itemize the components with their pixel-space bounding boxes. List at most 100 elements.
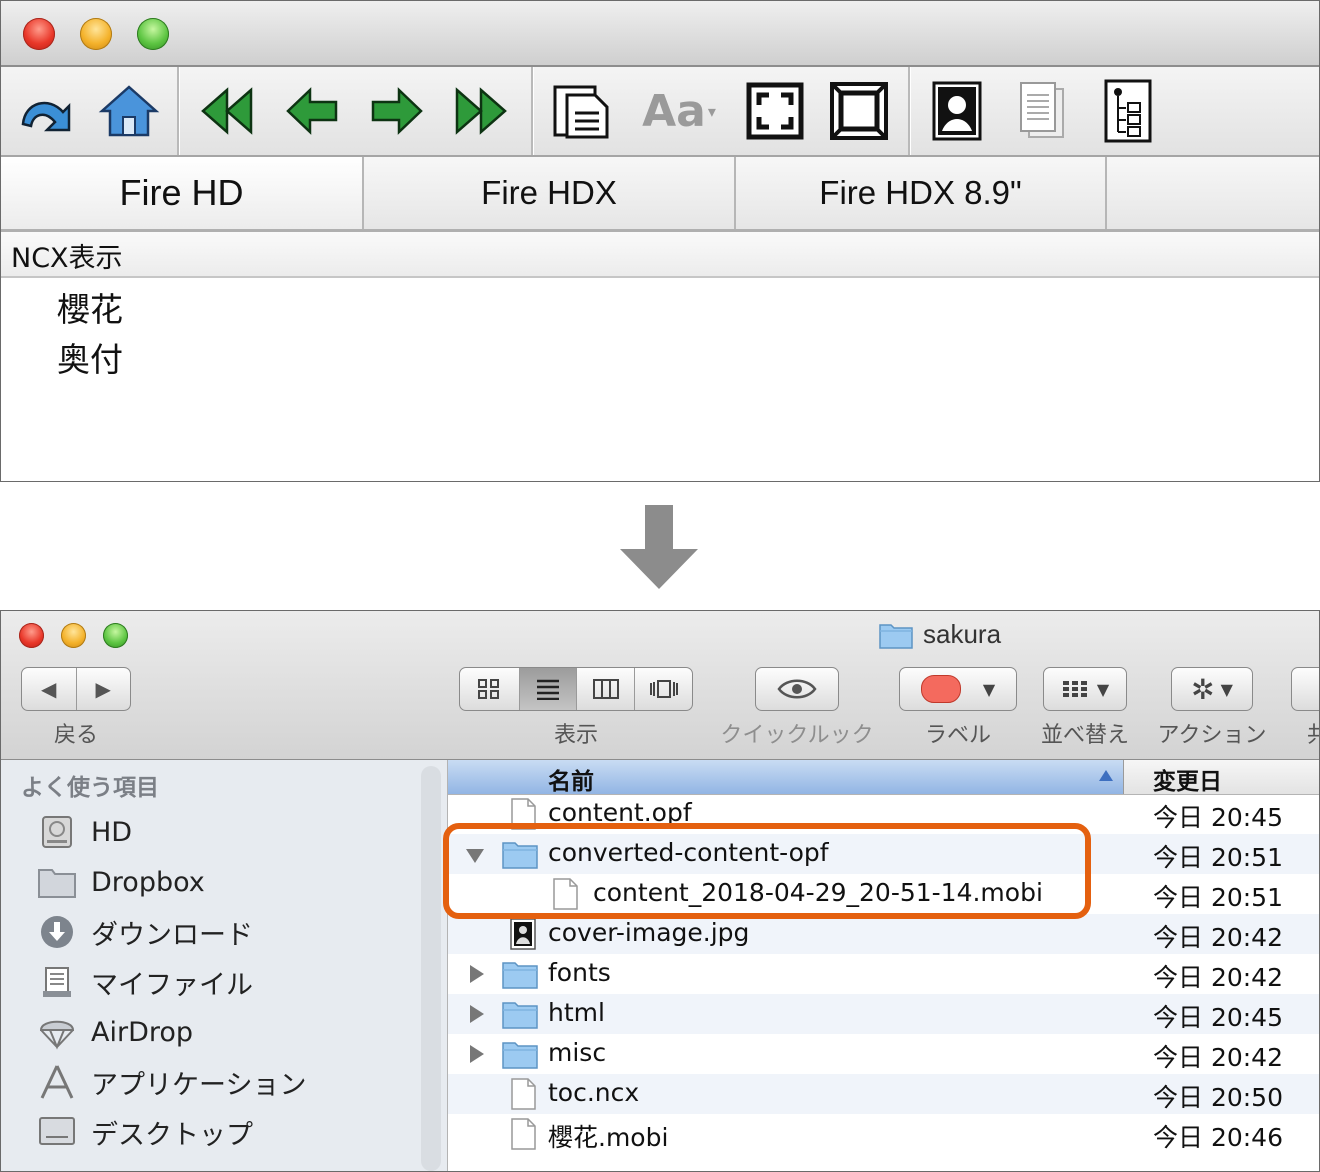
chevron-down-icon: ▼: [982, 679, 996, 699]
quicklook-button[interactable]: [755, 667, 839, 711]
highlight-annotation: [443, 823, 1091, 919]
kindle-previewer-window: Aa ▾ Fire HD Fire HDX Fire HDX 8.9" NCX表示…: [0, 0, 1320, 482]
close-window-button[interactable]: [23, 18, 55, 50]
tab-fire-hd[interactable]: Fire HD: [1, 157, 364, 229]
list-item[interactable]: toc.ncx 今日 20:50: [448, 1074, 1319, 1114]
title-bar: [1, 1, 1319, 67]
zoom-window-button[interactable]: [137, 18, 169, 50]
grid-icon: [1062, 681, 1087, 697]
name-column-label: 名前: [548, 769, 594, 795]
label-button[interactable]: ▼: [899, 667, 1017, 711]
tab-fire-hdx[interactable]: Fire HDX: [364, 157, 736, 229]
image-file-icon: [510, 918, 536, 950]
ncx-panel-header: NCX表示: [1, 232, 1319, 278]
last-page-icon[interactable]: [445, 75, 517, 147]
list-item[interactable]: fonts 今日 20:42: [448, 954, 1319, 994]
list-item[interactable]: cover-image.jpg 今日 20:42: [448, 914, 1319, 954]
hard-drive-icon: [37, 812, 77, 852]
action-button[interactable]: ✲ ▼: [1171, 667, 1253, 711]
fit-screen-icon[interactable]: [739, 75, 811, 147]
finder-toolbar: sakura ◀ ▶ 戻る 表示 クイックルック ▼ ラベル ▼ 並べ替え ✲ …: [1, 611, 1319, 760]
file-name: toc.ncx: [548, 1078, 640, 1107]
file-name: cover-image.jpg: [548, 918, 750, 947]
disclosure-collapsed-icon[interactable]: [470, 965, 484, 983]
sidebar-item-hd[interactable]: HD: [37, 810, 132, 854]
modified-date: 今日 20:42: [1153, 923, 1283, 952]
view-mode-control: [459, 667, 693, 711]
file-name: 櫻花.mobi: [548, 1123, 669, 1152]
ncx-view-icon[interactable]: [1091, 75, 1163, 147]
back-button[interactable]: ◀: [22, 668, 77, 710]
sidebar-item-my-files[interactable]: マイファイル: [37, 960, 253, 1004]
forward-button[interactable]: ▶: [77, 668, 131, 710]
chevron-down-icon: ▼: [1096, 679, 1110, 699]
first-page-icon[interactable]: [191, 75, 263, 147]
file-name: fonts: [548, 958, 611, 987]
modified-date: 今日 20:45: [1153, 1003, 1283, 1032]
gear-icon: ✲: [1191, 672, 1215, 706]
sidebar-item-desktop[interactable]: デスクトップ: [37, 1110, 253, 1154]
modified-date: 今日 20:50: [1153, 1083, 1283, 1112]
list-item[interactable]: 櫻花.mobi 今日 20:46: [448, 1114, 1319, 1154]
back-forward-control: ◀ ▶: [21, 667, 131, 711]
name-column-header[interactable]: 名前: [448, 760, 1124, 795]
ncx-header-label: NCX表示: [11, 243, 123, 274]
sidebar-item-applications[interactable]: アプリケーション: [37, 1060, 306, 1104]
sort-ascending-icon: [1099, 770, 1113, 781]
minimize-window-button[interactable]: [61, 623, 86, 648]
modified-date: 今日 20:42: [1153, 963, 1283, 992]
sidebar-heading: よく使う項目: [21, 775, 159, 801]
sidebar-item-label: アプリケーション: [91, 1069, 307, 1101]
minimize-window-button[interactable]: [80, 18, 112, 50]
view-label: 表示: [553, 723, 598, 748]
tab-fire-hdx-8-9[interactable]: Fire HDX 8.9": [736, 157, 1107, 229]
modified-date: 今日 20:46: [1153, 1123, 1283, 1152]
share-button[interactable]: [1291, 667, 1319, 711]
list-item[interactable]: html 今日 20:45: [448, 994, 1319, 1034]
page-layout-icon[interactable]: [545, 75, 617, 147]
sidebar-item-label: ダウンロード: [91, 919, 253, 951]
ncx-item[interactable]: 奥付: [57, 333, 123, 381]
sidebar: よく使う項目 HD Dropbox ダウンロード マイファイル AirDrop …: [1, 760, 448, 1171]
zoom-window-button[interactable]: [103, 623, 128, 648]
page-view-icon[interactable]: [1006, 75, 1078, 147]
folder-icon: [879, 623, 913, 649]
fullscreen-icon[interactable]: [823, 75, 895, 147]
sidebar-item-label: デスクトップ: [91, 1119, 253, 1151]
file-name: misc: [548, 1038, 607, 1067]
desktop-icon: [37, 1112, 77, 1152]
previewer-toolbar: Aa ▾: [1, 67, 1319, 157]
disclosure-collapsed-icon[interactable]: [470, 1005, 484, 1023]
arrange-button[interactable]: ▼: [1043, 667, 1127, 711]
folder-icon: [502, 1042, 538, 1069]
sidebar-item-label: HD: [91, 816, 133, 848]
sidebar-item-downloads[interactable]: ダウンロード: [37, 910, 253, 954]
font-size-icon[interactable]: Aa ▾: [631, 75, 727, 147]
date-column-header[interactable]: 変更日: [1153, 762, 1222, 796]
file-name: html: [548, 998, 605, 1027]
next-page-icon[interactable]: [361, 75, 433, 147]
modified-date: 今日 20:42: [1153, 1043, 1283, 1072]
sidebar-item-label: Dropbox: [91, 866, 205, 898]
action-label: アクション: [1157, 723, 1267, 748]
window-title-text: sakura: [923, 619, 1002, 649]
list-item[interactable]: misc 今日 20:42: [448, 1034, 1319, 1074]
sidebar-item-dropbox[interactable]: Dropbox: [37, 860, 205, 904]
cover-image-icon[interactable]: [921, 75, 993, 147]
sidebar-scrollbar[interactable]: [421, 766, 441, 1171]
close-window-button[interactable]: [19, 623, 44, 648]
column-view-icon[interactable]: [577, 668, 636, 710]
cover-flow-icon[interactable]: [635, 668, 692, 710]
home-icon[interactable]: [93, 75, 165, 147]
undo-icon[interactable]: [7, 75, 79, 147]
icon-view-icon[interactable]: [460, 668, 520, 710]
sidebar-item-airdrop[interactable]: AirDrop: [37, 1010, 193, 1054]
back-label: 戻る: [53, 723, 98, 748]
list-view-icon[interactable]: [519, 668, 578, 710]
disclosure-collapsed-icon[interactable]: [470, 1045, 484, 1063]
ncx-item[interactable]: 櫻花: [57, 283, 123, 331]
eye-icon: [777, 679, 817, 699]
previous-page-icon[interactable]: [276, 75, 348, 147]
applications-icon: [37, 1062, 77, 1102]
modified-date: 今日 20:51: [1153, 883, 1283, 912]
